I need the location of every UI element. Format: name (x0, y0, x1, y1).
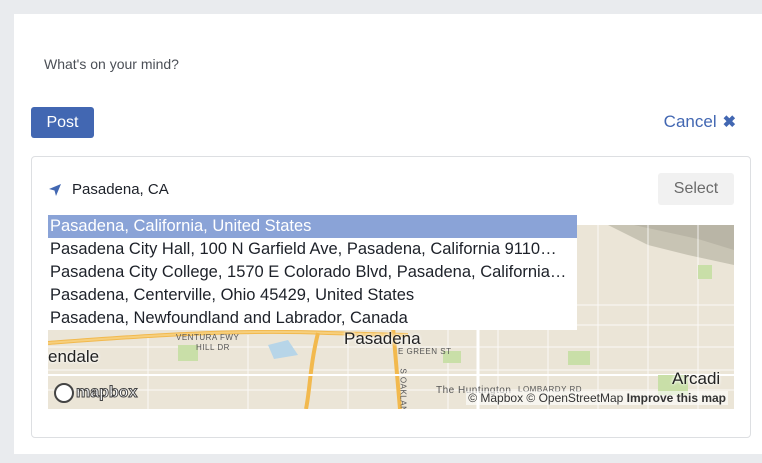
suggestion-item[interactable]: Pasadena City College, 1570 E Colorado B… (48, 261, 577, 284)
suggestion-item[interactable]: Pasadena, California, United States (48, 215, 577, 238)
map-label-hill: HILL DR (196, 343, 230, 352)
close-icon: ✖ (722, 114, 736, 131)
location-panel: Pasadena, CA Select Pasadena endale Arca… (31, 156, 751, 438)
suggestion-item[interactable]: Pasadena, Newfoundland and Labrador, Can… (48, 307, 577, 330)
improve-map-link[interactable]: Improve this map (627, 391, 726, 405)
composer-card: What's on your mind? Post Cancel ✖ Pasad… (14, 14, 762, 454)
cancel-label: Cancel (663, 112, 717, 131)
suggestion-item[interactable]: Pasadena City Hall, 100 N Garfield Ave, … (48, 238, 577, 261)
map-label-city: Pasadena (344, 329, 421, 348)
map-label-ventura: VENTURA FWY (176, 333, 240, 342)
location-arrow-icon (48, 183, 62, 197)
mapbox-logo-text: mapbox (75, 384, 138, 402)
map-attribution: © Mapbox © OpenStreetMap Improve this ma… (466, 391, 728, 405)
suggestion-item[interactable]: Pasadena, Centerville, Ohio 45429, Unite… (48, 284, 577, 307)
map-label-oakland: S OAKLAND (398, 368, 408, 409)
map-label-arcadia: Arcadi (672, 369, 721, 388)
post-button[interactable]: Post (31, 107, 94, 138)
map-label-green-st: E GREEN ST (398, 347, 452, 356)
composer-prompt[interactable]: What's on your mind? (44, 56, 179, 72)
attribution-text[interactable]: © Mapbox © OpenStreetMap (468, 391, 623, 405)
location-query[interactable]: Pasadena, CA (72, 181, 169, 198)
location-input-row[interactable]: Pasadena, CA (48, 181, 169, 198)
cancel-button[interactable]: Cancel ✖ (664, 112, 736, 132)
select-button[interactable]: Select (658, 173, 734, 205)
location-suggestions: Pasadena, California, United States Pasa… (48, 215, 577, 330)
map-label-glendale: endale (48, 347, 100, 366)
mapbox-logo-icon (54, 383, 74, 403)
mapbox-logo[interactable]: mapbox (54, 383, 138, 403)
